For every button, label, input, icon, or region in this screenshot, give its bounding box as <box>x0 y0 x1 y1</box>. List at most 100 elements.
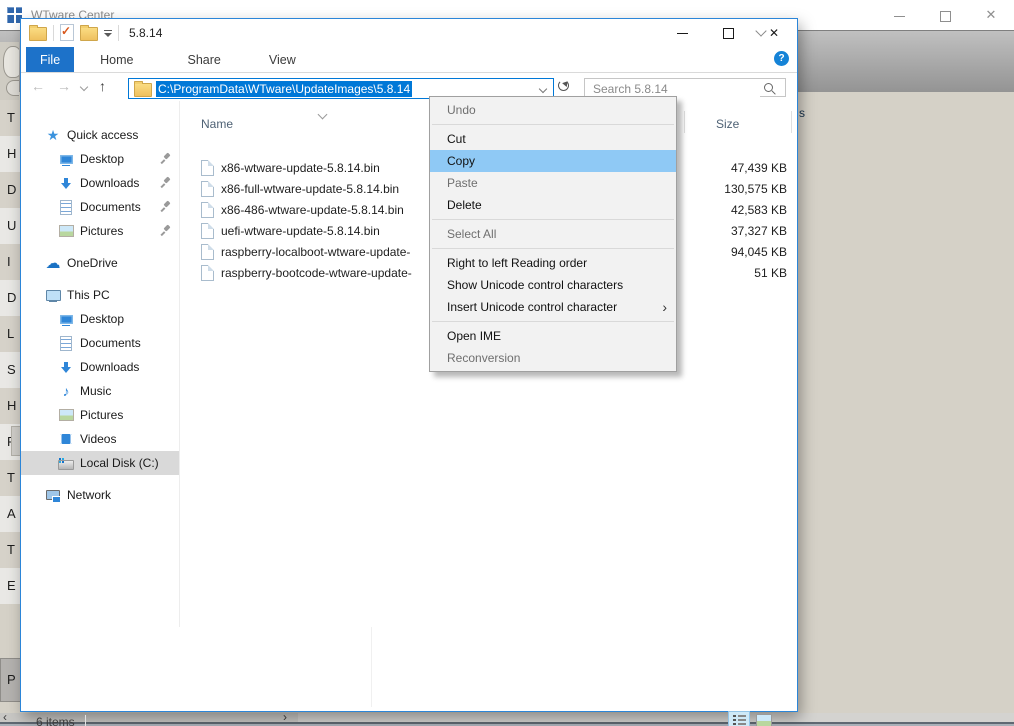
search-icon <box>764 83 773 92</box>
explorer-system-icon[interactable] <box>29 27 47 41</box>
documents-icon <box>58 199 74 215</box>
new-folder-button[interactable] <box>80 27 98 41</box>
column-separator[interactable] <box>684 111 685 133</box>
recent-locations-dropdown-icon[interactable] <box>80 83 88 91</box>
file-icon <box>201 223 214 239</box>
wtware-row-fragments: T H D U I D L S H P T A T E <box>0 100 22 604</box>
context-menu-item[interactable]: Cut › <box>430 128 676 150</box>
network-icon <box>45 487 61 503</box>
column-separator[interactable] <box>791 111 792 133</box>
sidebar-item[interactable]: Videos <box>21 427 179 451</box>
explorer-titlebar: ✓ 5.8.14 ✕ <box>21 19 797 47</box>
sidebar-item[interactable]: Documents <box>21 331 179 355</box>
context-menu-item[interactable]: Reconversion › <box>430 347 676 369</box>
up-button[interactable]: ↑ <box>99 78 106 94</box>
wtware-row-fragment: D <box>0 280 22 316</box>
desktop-icon <box>58 311 74 327</box>
context-menu-item[interactable]: Select All › <box>430 223 676 245</box>
context-menu-item[interactable]: Undo › <box>430 99 676 121</box>
address-folder-icon <box>134 83 152 97</box>
ribbon-tab[interactable]: File <box>26 47 74 72</box>
search-input[interactable] <box>591 80 760 97</box>
quick-access-icon <box>45 127 61 143</box>
customize-qat-dropdown-icon[interactable] <box>104 33 112 37</box>
properties-button[interactable]: ✓ <box>60 24 74 41</box>
size-column-header[interactable]: Size <box>716 117 739 131</box>
wtware-row-fragment: S <box>0 352 22 388</box>
wtware-row-fragment: L <box>0 316 22 352</box>
wtware-maximize-button[interactable] <box>922 8 968 23</box>
sidebar-item[interactable]: Documents <box>21 195 179 219</box>
qat-separator <box>53 25 54 41</box>
explorer-main: Quick access Desktop Downloads <box>21 101 797 627</box>
large-icons-view-button[interactable] <box>753 711 775 726</box>
pin-icon <box>160 201 171 212</box>
address-path-selected-text[interactable]: C:\ProgramData\WTware\UpdateImages\5.8.1… <box>156 81 412 97</box>
sidebar-item[interactable]: Downloads <box>21 171 179 195</box>
file-icon <box>201 202 214 218</box>
context-menu-item[interactable]: Open IME › <box>430 325 676 347</box>
sidebar-item[interactable]: Quick access <box>21 123 179 147</box>
sidebar-item[interactable]: OneDrive <box>21 251 179 275</box>
forward-button[interactable]: → <box>57 78 71 94</box>
back-button[interactable]: ← <box>31 78 45 94</box>
sidebar-item[interactable]: Desktop <box>21 307 179 331</box>
context-menu-item[interactable]: Right to left Reading order › <box>430 252 676 274</box>
explorer-window-controls: ✕ <box>659 19 797 47</box>
context-menu-item[interactable]: Copy › <box>430 150 676 172</box>
wtware-clipped-text: s <box>799 106 805 120</box>
sidebar-item[interactable]: Music <box>21 379 179 403</box>
sidebar-item[interactable]: This PC <box>21 283 179 307</box>
sidebar-item[interactable]: Pictures <box>21 403 179 427</box>
context-menu-item[interactable]: › <box>432 248 674 249</box>
minimize-icon <box>894 16 905 17</box>
context-menu-item[interactable]: Insert Unicode control character › <box>430 296 676 318</box>
context-menu-item[interactable]: Show Unicode control characters › <box>430 274 676 296</box>
wtware-row-fragment: T <box>0 460 22 496</box>
this-pc-icon <box>45 287 61 303</box>
status-column-line <box>371 627 372 707</box>
documents-icon <box>58 335 74 351</box>
wtware-horizontal-scrollbar[interactable]: ‹ › <box>0 713 1014 722</box>
sort-chevron-icon <box>318 110 328 120</box>
close-icon: ✕ <box>986 7 997 22</box>
explorer-minimize-button[interactable] <box>659 19 705 47</box>
context-menu-item[interactable]: › <box>432 124 674 125</box>
sidebar-item[interactable]: Network <box>21 483 179 507</box>
context-menu-item[interactable]: › <box>432 219 674 220</box>
wtware-row-fragment: I <box>0 244 22 280</box>
wtware-row-fragment: U <box>0 208 22 244</box>
help-button[interactable]: ? <box>774 51 789 66</box>
context-menu-item[interactable]: Paste › <box>430 172 676 194</box>
address-row: ← → ↑ C:\ProgramData\WTware\UpdateImages… <box>21 73 797 101</box>
explorer-window-title: 5.8.14 <box>129 26 162 40</box>
ribbon-tab[interactable]: View <box>254 47 311 72</box>
sidebar-item[interactable]: Desktop <box>21 147 179 171</box>
context-menu-item[interactable]: Delete › <box>430 194 676 216</box>
ribbon-tab[interactable]: Share <box>173 47 236 72</box>
status-bar: 6 items <box>21 627 797 711</box>
wtware-minimize-button[interactable] <box>876 8 922 23</box>
sidebar-item[interactable]: Downloads <box>21 355 179 379</box>
refresh-button[interactable] <box>558 80 569 91</box>
qat-separator <box>118 25 119 41</box>
address-dropdown-icon[interactable] <box>539 85 547 93</box>
sidebar-item[interactable]: Local Disk (C:) <box>21 451 179 475</box>
wtware-close-button[interactable]: ✕ <box>968 7 1014 23</box>
music-icon <box>58 383 74 399</box>
context-menu-item[interactable]: › <box>432 321 674 322</box>
desktop-icon <box>58 151 74 167</box>
pin-icon <box>160 153 171 164</box>
submenu-arrow-icon: › <box>662 296 667 318</box>
name-column-header[interactable]: Name <box>201 117 233 131</box>
wtware-row-fragment: T <box>0 100 22 136</box>
wtware-row-fragment: H <box>0 388 22 424</box>
wtware-row-fragment: T <box>0 532 22 568</box>
pin-icon <box>160 225 171 236</box>
explorer-maximize-button[interactable] <box>705 19 751 47</box>
details-view-button[interactable] <box>728 711 750 726</box>
pictures-icon <box>58 223 74 239</box>
file-icon <box>201 181 214 197</box>
ribbon-tab[interactable]: Home <box>85 47 148 72</box>
sidebar-item[interactable]: Pictures <box>21 219 179 243</box>
